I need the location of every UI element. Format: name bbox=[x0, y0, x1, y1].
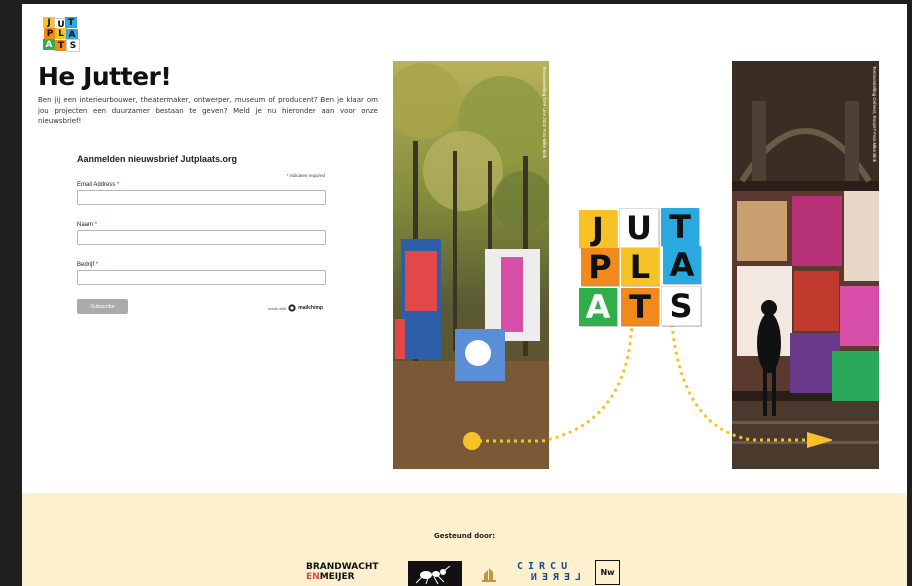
ant-icon bbox=[415, 565, 451, 585]
big-logo-tile: A bbox=[663, 246, 701, 284]
sponsor-logo-nw[interactable]: Nw bbox=[595, 560, 620, 585]
required-star: * bbox=[94, 222, 98, 228]
leren-text: LEREN bbox=[525, 572, 581, 583]
big-logo-tile: T bbox=[621, 288, 659, 326]
name-input[interactable] bbox=[77, 230, 326, 245]
jutplaats-big-logo: J U T P L A A T S bbox=[579, 204, 709, 328]
big-logo-tile: U bbox=[619, 208, 659, 248]
sponsor-logo-building-icon[interactable] bbox=[482, 566, 496, 582]
required-star: * bbox=[117, 182, 120, 188]
big-logo-tile: J bbox=[579, 210, 617, 248]
big-logo-tile: P bbox=[581, 248, 619, 286]
required-note-text: indicates required bbox=[289, 173, 325, 178]
company-field-group: Bedrijf * bbox=[77, 262, 326, 285]
made-with-text: made with bbox=[268, 305, 287, 311]
page-title: He Jutter! bbox=[38, 62, 172, 91]
nw-text: Nw bbox=[600, 568, 615, 577]
email-label-text: Email Address bbox=[77, 182, 116, 188]
subscribe-button[interactable]: Subscribe bbox=[77, 299, 128, 314]
sponsor-footer: Gesteund door: BRANDWACHT ENMEIJER CIRCU… bbox=[22, 493, 907, 586]
meijer-line: ENMEIJER bbox=[306, 572, 379, 582]
big-logo-tile: A bbox=[579, 288, 617, 326]
sponsor-logo-brandwacht[interactable]: BRANDWACHT ENMEIJER bbox=[306, 562, 379, 583]
logo-tile: A bbox=[43, 39, 55, 50]
big-logo-tile: S bbox=[661, 286, 701, 326]
en-text: EN bbox=[306, 572, 320, 582]
page: J U T P L A A T S He Jutter! Ben jij een… bbox=[22, 4, 907, 586]
email-label: Email Address * bbox=[77, 182, 326, 188]
logo-tile: T bbox=[65, 17, 77, 28]
company-label-text: Bedrijf bbox=[77, 262, 95, 268]
sponsor-logo-ant[interactable] bbox=[408, 561, 462, 586]
form-title: Aanmelden nieuwsbrief Jutplaats.org bbox=[77, 154, 238, 164]
photo-credit-right: Tentoonstelling Gefeest, Rooze? Foto Mik… bbox=[872, 66, 877, 163]
mailchimp-brand: mailchimp bbox=[298, 305, 323, 311]
brandwacht-text: BRANDWACHT bbox=[306, 562, 379, 572]
logo-tile: S bbox=[66, 39, 80, 52]
sponsor-heading: Gesteund door: bbox=[433, 532, 496, 540]
name-label-text: Naam bbox=[77, 222, 94, 228]
required-star: * bbox=[95, 262, 99, 268]
big-logo-tile: L bbox=[621, 248, 659, 286]
required-star: * bbox=[286, 173, 289, 178]
mailchimp-badge[interactable]: made with mailchimp bbox=[268, 304, 323, 312]
name-field-group: Naam * bbox=[77, 222, 326, 245]
meijer-text: MEIJER bbox=[319, 572, 355, 582]
email-field-group: Email Address * bbox=[77, 182, 326, 205]
mailchimp-icon bbox=[288, 304, 296, 312]
jutplaats-logo[interactable]: J U T P L A A T S bbox=[43, 17, 80, 52]
photo-credit-left: Tentoonstelling Tree Line 2022 Foto Mike… bbox=[542, 66, 547, 159]
email-input[interactable] bbox=[77, 190, 326, 205]
circu-text: CIRCU bbox=[517, 561, 573, 572]
company-input[interactable] bbox=[77, 270, 326, 285]
name-label: Naam * bbox=[77, 222, 326, 228]
big-logo-tile: T bbox=[661, 208, 699, 246]
company-label: Bedrijf * bbox=[77, 262, 326, 268]
required-note: * indicates required bbox=[286, 173, 325, 178]
sponsor-logo-circuleren[interactable]: CIRCU LEREN bbox=[517, 561, 581, 583]
intro-text: Ben jij een interieurbouwer, theatermake… bbox=[38, 96, 378, 125]
